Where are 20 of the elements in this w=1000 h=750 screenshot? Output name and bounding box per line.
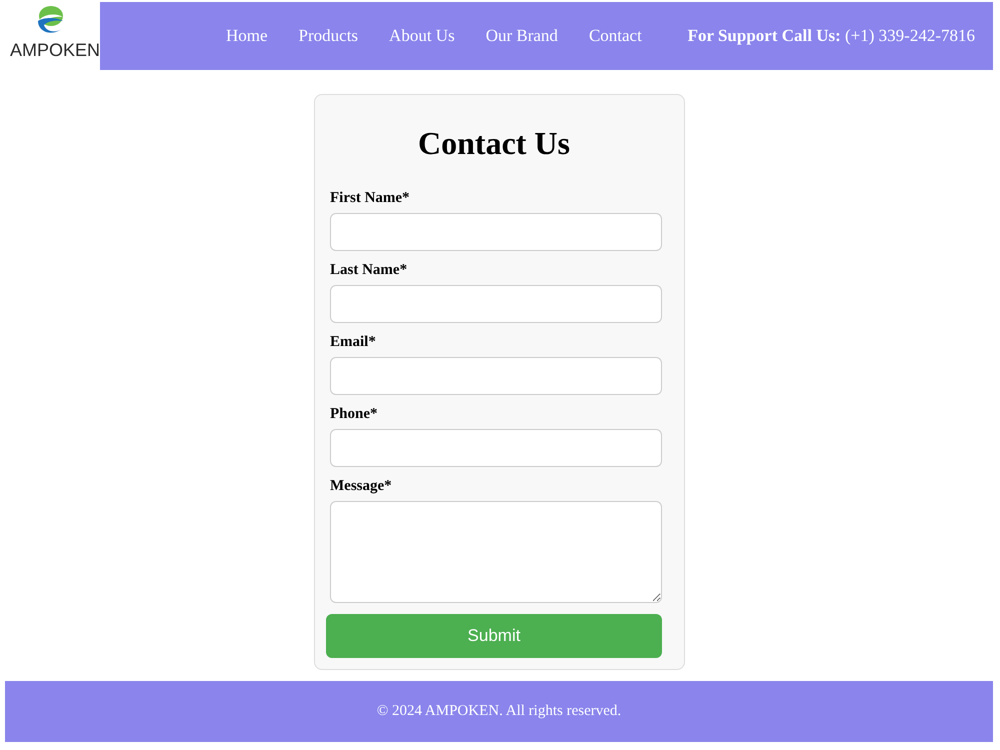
input-field[interactable]	[330, 213, 662, 251]
input-field[interactable]	[330, 357, 662, 395]
nav-link[interactable]: Our Brand	[486, 26, 558, 46]
field-label: First Name*	[330, 189, 411, 208]
nav-link[interactable]: About Us	[389, 26, 455, 46]
nav-link[interactable]: Home	[226, 26, 268, 46]
form-title: Contact Us	[417, 124, 571, 163]
nav-link[interactable]: Products	[298, 26, 358, 46]
input-field[interactable]	[330, 285, 662, 323]
submit-button[interactable]: Submit	[326, 614, 662, 658]
field-label: Message*	[330, 477, 393, 496]
input-field[interactable]	[330, 429, 662, 467]
field-label: Last Name*	[330, 261, 408, 280]
field-label: Email*	[330, 333, 377, 352]
field-label: Phone*	[330, 405, 379, 424]
logo-text: AMPOKEN	[10, 39, 100, 61]
copyright-text: © 2024 AMPOKEN. All rights reserved.	[376, 703, 622, 720]
message-field[interactable]	[330, 501, 662, 603]
support-phone-text: For Support Call Us: (+1) 339-242-7816	[688, 26, 975, 46]
nav-link[interactable]: Contact	[588, 26, 642, 46]
